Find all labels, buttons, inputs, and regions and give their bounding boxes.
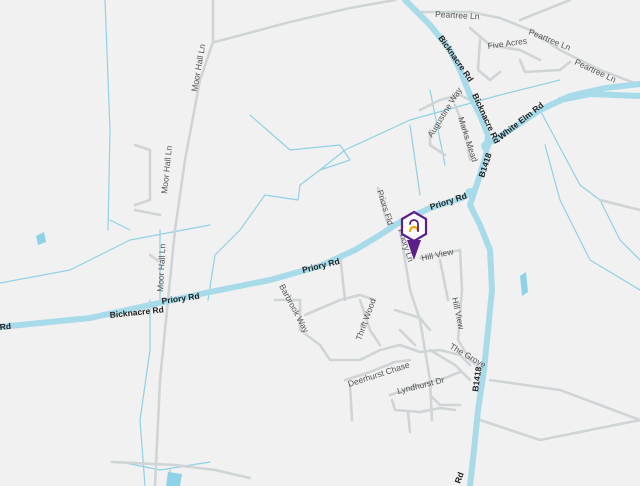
road-farm-track bbox=[488, 378, 640, 422]
map-svg[interactable]: Peartree Ln Peartree Ln Peartree Ln Five… bbox=[0, 0, 640, 486]
label-priory-rd-mid: Priory Rd bbox=[301, 256, 341, 275]
road-white-elm-rd-east bbox=[557, 91, 640, 103]
road-moor-hall-ln bbox=[153, 0, 215, 486]
road-b1418-south bbox=[467, 187, 495, 486]
label-priory-rd-east: Priory Rd bbox=[429, 191, 468, 212]
label-peartree-ln-2: Peartree Ln bbox=[527, 27, 572, 53]
road-north-edge bbox=[213, 0, 397, 44]
road-estate-west bbox=[338, 253, 347, 302]
ponds bbox=[36, 232, 528, 486]
road-farm-track-2 bbox=[478, 418, 640, 442]
label-rd-bottom: Rd bbox=[452, 471, 465, 485]
pond bbox=[36, 232, 46, 245]
stream bbox=[409, 124, 421, 196]
road-peartree-north bbox=[518, 0, 572, 22]
stream bbox=[207, 114, 351, 301]
stream bbox=[109, 219, 131, 231]
label-priors-fld: Priors Fld bbox=[375, 189, 396, 227]
stream bbox=[104, 0, 111, 231]
stream bbox=[0, 224, 211, 284]
label-lyndhurst-dr: Lyndhurst Dr bbox=[396, 375, 445, 396]
road-five-acres-loop-2 bbox=[518, 58, 572, 74]
label-hill-view: Hill View bbox=[420, 246, 455, 263]
road-lyndhurst-spur-2 bbox=[428, 393, 462, 407]
road-hill-view-spur bbox=[438, 258, 450, 302]
road-lyndhurst-spur bbox=[406, 410, 412, 434]
minor-roads bbox=[110, 0, 640, 486]
label-rd-edge: Rd bbox=[0, 321, 11, 332]
pond bbox=[166, 472, 182, 486]
stream bbox=[539, 109, 640, 261]
road-estate-inner bbox=[393, 308, 432, 332]
map-canvas[interactable]: Peartree Ln Peartree Ln Peartree Ln Five… bbox=[0, 0, 640, 486]
label-moor-hall-ln-south: Moor Hall Ln bbox=[155, 243, 168, 292]
label-bicknacre-rd-north: Bicknacre Rd bbox=[436, 33, 475, 83]
label-peartree-ln: Peartree Ln bbox=[435, 9, 480, 21]
major-roads bbox=[0, 0, 640, 486]
label-barbrook-way: Barbrook Way bbox=[277, 282, 311, 335]
label-hill-view-2: Hill View bbox=[450, 296, 467, 331]
label-peartree-ln-3: Peartree Ln bbox=[573, 57, 618, 85]
road-deerhurst-south bbox=[348, 383, 354, 422]
label-bicknacre-rd-west: Bicknacre Rd bbox=[109, 304, 164, 320]
streams bbox=[0, 0, 640, 486]
road-moor-hall-branch-2 bbox=[133, 208, 162, 217]
roundabout bbox=[481, 141, 491, 151]
stream bbox=[139, 299, 151, 486]
stream bbox=[544, 144, 640, 291]
road-moor-hall-branch bbox=[133, 143, 152, 207]
road-estate-inner-2 bbox=[398, 328, 417, 347]
road-labels: Peartree Ln Peartree Ln Peartree Ln Five… bbox=[0, 9, 618, 485]
label-white-elm-rd: White Elm Rd bbox=[496, 100, 545, 142]
label-priory-rd-west: Priory Rd bbox=[161, 291, 200, 306]
pond bbox=[520, 272, 528, 296]
label-moor-hall-ln-mid: Moor Hall Ln bbox=[159, 145, 174, 194]
road-east-track bbox=[598, 198, 640, 212]
